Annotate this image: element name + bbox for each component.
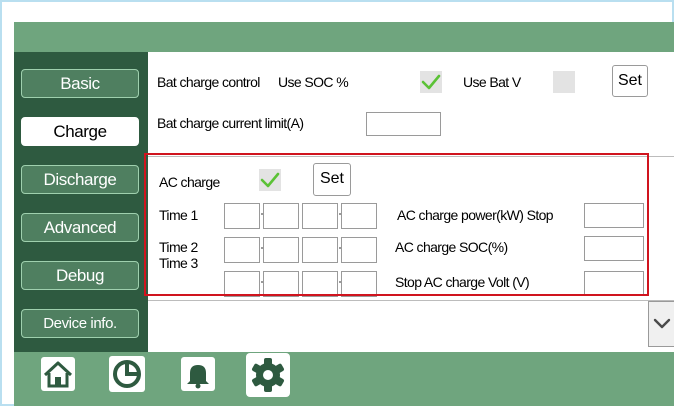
section-divider [148, 300, 674, 301]
sidebar: Basic Charge Discharge Advanced Debug De… [14, 52, 148, 352]
sidebar-item-debug[interactable]: Debug [21, 261, 139, 290]
use-bat-v-checkbox[interactable] [553, 71, 575, 93]
current-limit-label: Bat charge current limit(A) [157, 115, 304, 131]
current-limit-input[interactable] [366, 112, 441, 136]
ac-charge-highlight-frame [144, 153, 649, 296]
chevron-down-icon [653, 318, 671, 329]
use-soc-label: Use SOC % [278, 74, 349, 90]
sidebar-item-device-info[interactable]: Device info. [21, 309, 139, 338]
sidebar-item-basic[interactable]: Basic [21, 69, 139, 98]
sidebar-item-advanced[interactable]: Advanced [21, 213, 139, 242]
bat-charge-control-label: Bat charge control [157, 74, 260, 90]
use-bat-v-label: Use Bat V [463, 74, 521, 90]
use-soc-checkbox[interactable] [420, 71, 442, 93]
sidebar-item-discharge[interactable]: Discharge [21, 165, 139, 194]
sidebar-item-charge[interactable]: Charge [21, 117, 139, 146]
set-button[interactable]: Set [612, 65, 648, 97]
bell-icon[interactable] [181, 356, 215, 397]
scroll-down-button[interactable] [648, 301, 674, 347]
pie-chart-icon[interactable] [109, 356, 145, 397]
checkmark-icon [421, 74, 441, 90]
top-bar [14, 22, 674, 52]
home-icon[interactable] [41, 356, 75, 397]
gear-icon[interactable] [246, 353, 290, 402]
